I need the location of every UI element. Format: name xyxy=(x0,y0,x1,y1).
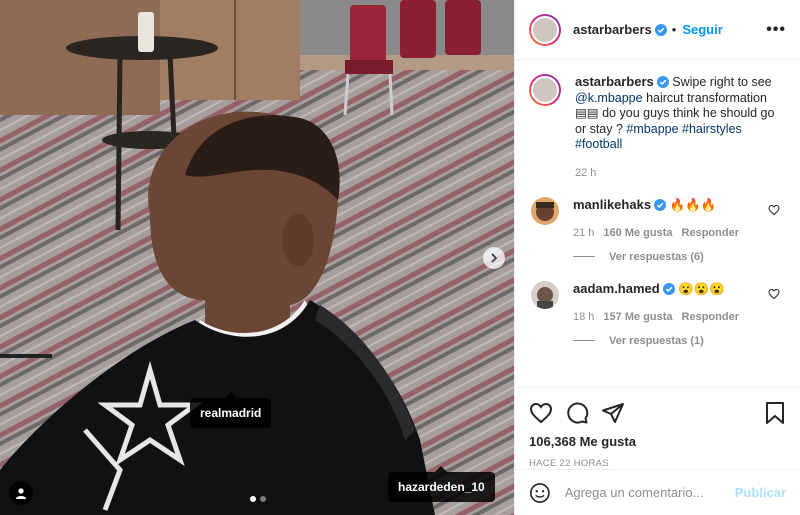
instagram-post: realmadrid hazardeden_10 astarbarbers • … xyxy=(0,0,800,515)
caption-avatar[interactable] xyxy=(529,74,561,106)
post-header: astarbarbers • Seguir ••• xyxy=(515,0,800,60)
comment-body: aadam.hamed 😮😮😮 18 h 157 Me gusta Respon… xyxy=(573,281,765,323)
comment-content: 😮😮😮 xyxy=(678,281,725,296)
heart-icon[interactable] xyxy=(768,288,780,300)
comment-likes[interactable]: 157 Me gusta xyxy=(603,311,672,323)
caption-time[interactable]: 22 h xyxy=(575,167,789,179)
comment-item: manlikehaks 🔥🔥🔥 21 h 160 Me gusta Respon… xyxy=(529,196,786,239)
comment-username[interactable]: manlikehaks xyxy=(573,197,651,212)
carousel-indicator xyxy=(250,496,266,502)
photo-scene xyxy=(0,0,514,515)
comment-input[interactable] xyxy=(564,485,735,500)
next-photo-button[interactable] xyxy=(483,247,505,269)
post-side-panel: astarbarbers • Seguir ••• astarbarbers S… xyxy=(514,0,800,515)
comment-icon[interactable] xyxy=(565,401,589,425)
caption-text: astarbarbers Swipe right to see @k.mbapp… xyxy=(575,74,789,153)
view-replies-label: Ver respuestas (6) xyxy=(609,250,704,263)
verified-icon xyxy=(662,282,675,295)
view-replies-button[interactable]: Ver respuestas (1) xyxy=(573,335,786,347)
carousel-dot-active xyxy=(250,496,256,502)
header-separator: • xyxy=(671,22,677,37)
author-username[interactable]: astarbarbers xyxy=(573,22,652,37)
carousel-dot xyxy=(260,496,266,502)
photo-tag-realmadrid[interactable]: realmadrid xyxy=(190,392,272,428)
reply-button[interactable]: Responder xyxy=(682,227,739,239)
comment-username[interactable]: aadam.hamed xyxy=(573,281,660,296)
comment-text: manlikehaks 🔥🔥🔥 xyxy=(573,197,765,213)
comment-likes[interactable]: 160 Me gusta xyxy=(603,227,672,239)
more-options-button[interactable]: ••• xyxy=(766,21,786,39)
view-replies-button[interactable]: Ver respuestas (6) xyxy=(573,251,786,263)
comment-time[interactable]: 21 h xyxy=(573,227,594,239)
share-icon[interactable] xyxy=(601,401,625,425)
comment-body: manlikehaks 🔥🔥🔥 21 h 160 Me gusta Respon… xyxy=(573,197,765,239)
likes-count[interactable]: 106,368 Me gusta xyxy=(529,434,786,449)
tagged-users-button[interactable] xyxy=(9,481,33,505)
commenter-avatar[interactable] xyxy=(531,280,559,309)
view-replies-label: Ver respuestas (1) xyxy=(609,334,704,347)
caption: astarbarbers Swipe right to see @k.mbapp… xyxy=(529,74,786,179)
comment-content: 🔥🔥🔥 xyxy=(669,197,717,212)
caption-prefix: Swipe right to see xyxy=(672,75,772,89)
caption-username[interactable]: astarbarbers xyxy=(575,74,654,89)
replies-divider xyxy=(573,340,595,341)
verified-icon xyxy=(654,23,667,36)
comment-time[interactable]: 18 h xyxy=(573,311,594,323)
hashtag-link[interactable]: #football xyxy=(575,137,622,151)
verified-icon xyxy=(654,198,667,211)
action-buttons-row xyxy=(529,396,786,430)
commenter-avatar[interactable] xyxy=(531,196,559,225)
comment-item: aadam.hamed 😮😮😮 18 h 157 Me gusta Respon… xyxy=(529,280,786,323)
comment-text: aadam.hamed 😮😮😮 xyxy=(573,281,765,297)
emoji-icon[interactable] xyxy=(529,481,551,505)
verified-icon xyxy=(656,76,669,88)
post-actions: 106,368 Me gusta HACE 22 HORAS xyxy=(515,387,800,469)
avatar-image xyxy=(536,201,554,221)
bookmark-icon[interactable] xyxy=(764,401,786,425)
author-avatar[interactable] xyxy=(529,13,561,46)
caption-emoji: ▤▤ xyxy=(575,106,599,120)
hashtag-link[interactable]: #mbappe xyxy=(626,122,678,136)
photo-tag-hazardeden[interactable]: hazardeden_10 xyxy=(388,466,495,502)
hashtag-link[interactable]: #hairstyles xyxy=(682,122,742,136)
comment-meta: 21 h 160 Me gusta Responder xyxy=(573,227,765,239)
heart-icon[interactable] xyxy=(768,204,780,216)
user-tag-icon xyxy=(16,488,26,499)
replies-divider xyxy=(573,256,595,257)
post-timestamp[interactable]: HACE 22 HORAS xyxy=(529,458,786,469)
comment-meta: 18 h 157 Me gusta Responder xyxy=(573,311,765,323)
comments-list[interactable]: astarbarbers Swipe right to see @k.mbapp… xyxy=(515,60,800,387)
post-photo[interactable]: realmadrid hazardeden_10 xyxy=(0,0,514,515)
comment-composer: Publicar xyxy=(515,469,800,515)
follow-button[interactable]: Seguir xyxy=(682,22,722,37)
avatar-image xyxy=(537,286,553,309)
heart-icon[interactable] xyxy=(529,401,553,425)
reply-button[interactable]: Responder xyxy=(682,311,739,323)
mention-link[interactable]: @k.mbappe xyxy=(575,91,643,105)
chevron-right-icon xyxy=(491,253,498,263)
caption-middle: haircut transformation xyxy=(646,90,767,105)
publish-button[interactable]: Publicar xyxy=(735,485,786,500)
